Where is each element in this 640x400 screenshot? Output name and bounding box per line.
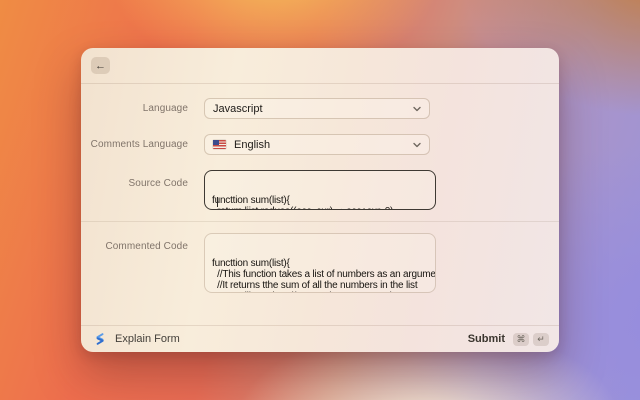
- section-divider: [81, 221, 559, 222]
- commented-code-text: functtion sum(list){ //This function tak…: [212, 259, 430, 293]
- language-dropdown[interactable]: Javascript: [204, 98, 430, 119]
- window-header: ←: [81, 48, 559, 84]
- chevron-down-icon: [413, 106, 421, 112]
- source-code-label: Source Code: [81, 170, 188, 189]
- commented-code-textarea[interactable]: functtion sum(list){ //This function tak…: [204, 233, 436, 293]
- extension-logo-icon: [93, 332, 107, 346]
- form-row-language: Language Javascript: [81, 98, 559, 119]
- language-label: Language: [81, 103, 188, 114]
- comments-language-dropdown[interactable]: English: [204, 134, 430, 155]
- comments-language-label: Comments Language: [81, 139, 188, 150]
- footer-bar: Explain Form Submit ⌘ ↵: [81, 325, 559, 352]
- comments-language-dropdown-value: English: [234, 139, 270, 151]
- back-arrow-icon: ←: [95, 60, 106, 72]
- language-dropdown-value: Javascript: [213, 103, 263, 115]
- us-flag-icon: [213, 140, 226, 149]
- back-button[interactable]: ←: [91, 57, 110, 74]
- command-key-icon: ⌘: [513, 333, 529, 346]
- form-row-comments-language: Comments Language English: [81, 134, 559, 155]
- return-key-icon: ↵: [533, 333, 549, 346]
- form-area: Language Javascript Comments Language En…: [81, 84, 559, 352]
- chevron-down-icon: [413, 142, 421, 148]
- text-cursor: [217, 197, 218, 207]
- source-code-text: functtion sum(list){ return liist.reduce…: [212, 196, 430, 210]
- form-row-commented-code: Commented Code functtion sum(list){ //Th…: [81, 233, 559, 293]
- source-code-textarea[interactable]: functtion sum(list){ return liist.reduce…: [204, 170, 436, 210]
- app-name: Explain Form: [115, 333, 180, 345]
- form-window: ← Language Javascript Comments Language …: [81, 48, 559, 352]
- submit-button[interactable]: Submit ⌘ ↵: [468, 333, 549, 346]
- submit-label: Submit: [468, 333, 505, 345]
- commented-code-label: Commented Code: [81, 233, 188, 252]
- form-row-source-code: Source Code functtion sum(list){ return …: [81, 170, 559, 210]
